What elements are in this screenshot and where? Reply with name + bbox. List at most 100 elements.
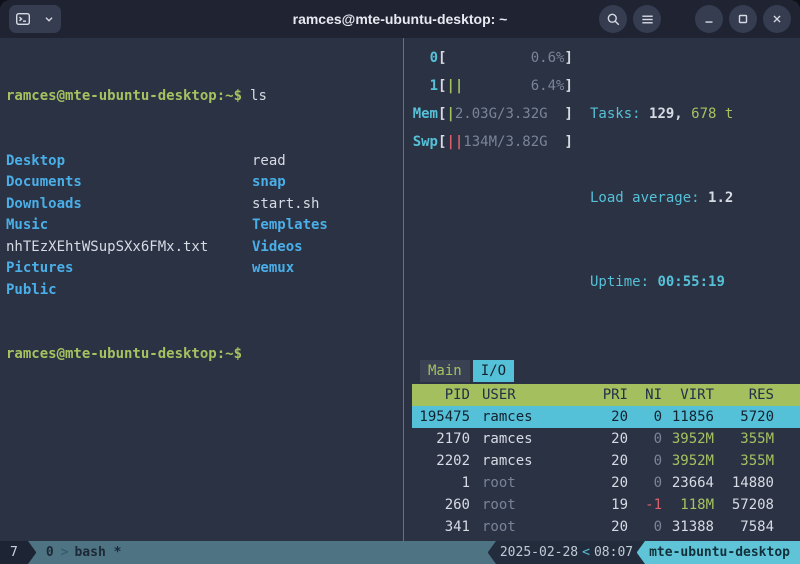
meter-ticks: || (446, 128, 463, 156)
cell-res: 7584 (714, 516, 774, 538)
load-label: Load average: (590, 190, 708, 206)
meter-bracket: [ (438, 128, 446, 156)
tab-i-o[interactable]: I/O (473, 360, 514, 382)
tmux-window-bash[interactable]: bash * (71, 541, 129, 564)
chevron-left-icon: < (578, 541, 594, 564)
cell-pri: 20 (586, 406, 628, 428)
cell-ni: 0 (628, 406, 662, 428)
cell-user: ramces (470, 450, 586, 472)
powerline-right-arrow (28, 541, 36, 564)
file-name: wemux (252, 260, 294, 276)
process-row[interactable]: 341root200313887584 (412, 516, 800, 538)
htop-screen-tabs: MainI/O (420, 360, 800, 382)
cell-res: 57208 (714, 494, 774, 516)
search-button[interactable] (599, 5, 627, 33)
menu-icon (640, 12, 655, 27)
cell-virt: 3952M (662, 450, 714, 472)
close-icon (770, 12, 784, 26)
terminal-window: ramces@mte-ubuntu-desktop: ~ (0, 0, 800, 564)
cell-res: 5720 (714, 406, 774, 428)
file-name: Desktop (6, 151, 252, 173)
ls-entry-row: Desktopread (6, 151, 403, 173)
meter-spacer (463, 72, 530, 100)
tab-main[interactable]: Main (420, 360, 470, 382)
htop-pane[interactable]: 0[0.6%]1[||6.4%]Mem[|2.03G/3.32G]Swp[||1… (404, 38, 800, 541)
column-header-pid[interactable]: PID (412, 384, 470, 406)
cell-res: 355M (714, 450, 774, 472)
uptime-label: Uptime: (590, 274, 657, 290)
file-name: Downloads (6, 194, 252, 216)
cell-user: root (470, 494, 586, 516)
chevron-right-icon: > (58, 541, 72, 564)
chevron-down-icon (42, 12, 56, 26)
process-row[interactable]: 260root19-1118M57208 (412, 494, 800, 516)
meter-label: 1 (412, 72, 438, 100)
status-datetime: 2025-02-28<08:07 (496, 541, 637, 564)
meter-bracket: [ (438, 72, 446, 100)
ls-entry-row: Downloadsstart.sh (6, 194, 403, 216)
cell-ni: 0 (628, 450, 662, 472)
titlebar: ramces@mte-ubuntu-desktop: ~ (0, 0, 800, 38)
ls-entry-row: Public (6, 280, 403, 302)
meter-bracket: ] (564, 128, 572, 156)
tasks-label: Tasks: (590, 106, 649, 122)
meter-ticks: || (446, 72, 463, 100)
file-name: Public (6, 280, 252, 302)
column-header-user[interactable]: USER (470, 384, 586, 406)
cell-user: ramces (470, 406, 586, 428)
minimize-button[interactable] (695, 5, 723, 33)
load-value: 1.2 (708, 190, 733, 206)
close-button[interactable] (763, 5, 791, 33)
meter-bracket: ] (564, 44, 572, 72)
cell-ni: -1 (628, 494, 662, 516)
file-name: Music (6, 215, 252, 237)
process-row[interactable]: 195475ramces200118565720 (412, 406, 800, 428)
shell-prompt: ramces@mte-ubuntu-desktop:~$ (6, 88, 242, 104)
cell-user: ramces (470, 428, 586, 450)
status-spacer (129, 541, 487, 564)
process-row[interactable]: 1root2002366414880 (412, 472, 800, 494)
htop-meter: Mem[|2.03G/3.32G] (412, 100, 590, 128)
search-icon (606, 12, 621, 27)
htop-meter: 0[0.6%] (412, 44, 590, 72)
maximize-button[interactable] (729, 5, 757, 33)
shell-pane[interactable]: ramces@mte-ubuntu-desktop:~$ls Desktopre… (0, 38, 403, 541)
cell-res: 355M (714, 428, 774, 450)
new-terminal-button[interactable] (9, 5, 37, 33)
meter-bracket: ] (564, 72, 572, 100)
status-hostname: mte-ubuntu-desktop (645, 541, 800, 564)
cell-user: root (470, 516, 586, 538)
ls-entry-row: Documentssnap (6, 172, 403, 194)
titlebar-left-controls (9, 5, 61, 33)
file-name: read (252, 153, 286, 169)
meter-bar: 0.6% (446, 44, 564, 72)
cell-virt: 118M (662, 494, 714, 516)
shell-prompt: ramces@mte-ubuntu-desktop:~$ (6, 346, 242, 362)
powerline-left-arrow (488, 541, 496, 564)
htop-meter: 1[|| 6.4%] (412, 72, 590, 100)
cell-pri: 20 (586, 428, 628, 450)
terminal-menu-dropdown-button[interactable] (37, 5, 61, 33)
status-badge: 7 (0, 541, 28, 564)
cell-virt: 11856 (662, 406, 714, 428)
cell-virt: 31388 (662, 516, 714, 538)
hamburger-menu-button[interactable] (633, 5, 661, 33)
process-row[interactable]: 2170ramces2003952M355M (412, 428, 800, 450)
tasks-line: Tasks: 129, 678 t (590, 100, 800, 128)
column-header-ni[interactable]: NI (628, 384, 662, 406)
titlebar-right-controls (599, 5, 791, 33)
column-header-res[interactable]: RES (714, 384, 774, 406)
process-row[interactable]: 2202ramces2003952M355M (412, 450, 800, 472)
cell-res: 14880 (714, 472, 774, 494)
meter-spacer (446, 44, 530, 72)
column-header-virt[interactable]: VIRT (662, 384, 714, 406)
status-time: 08:07 (594, 541, 633, 564)
file-name: Videos (252, 239, 303, 255)
cell-virt: 23664 (662, 472, 714, 494)
meter-value: 6.4% (531, 72, 565, 100)
file-name: start.sh (252, 196, 319, 212)
tmux-status-bar: 7 0 > bash * 2025-02-28<08:07 mte-ubuntu… (0, 541, 800, 564)
column-header-pri[interactable]: PRI (586, 384, 628, 406)
cell-user: root (470, 472, 586, 494)
cell-ni: 0 (628, 428, 662, 450)
